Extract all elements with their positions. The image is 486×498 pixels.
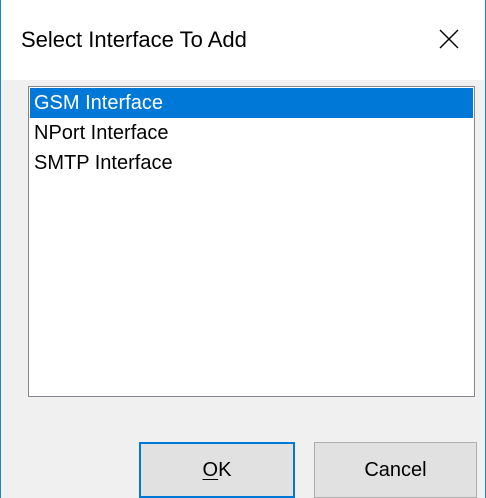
cancel-label: Cancel — [364, 458, 427, 481]
interface-listbox[interactable]: GSM Interface NPort Interface SMTP Inter… — [28, 86, 475, 397]
list-item-smtp-interface[interactable]: SMTP Interface — [30, 148, 473, 178]
ok-mnemonic: O — [202, 458, 219, 481]
dialog-window: Select Interface To Add GSM Interface NP… — [0, 0, 486, 498]
close-button[interactable] — [423, 12, 475, 66]
ok-label: K — [218, 458, 232, 481]
list-item-nport-interface[interactable]: NPort Interface — [30, 118, 473, 148]
title-bar: Select Interface To Add — [1, 0, 485, 80]
list-item-gsm-interface[interactable]: GSM Interface — [30, 88, 473, 118]
cancel-button[interactable]: Cancel — [314, 442, 477, 498]
ok-button[interactable]: OK — [139, 442, 295, 498]
dialog-title: Select Interface To Add — [21, 27, 247, 52]
close-icon — [439, 29, 459, 49]
